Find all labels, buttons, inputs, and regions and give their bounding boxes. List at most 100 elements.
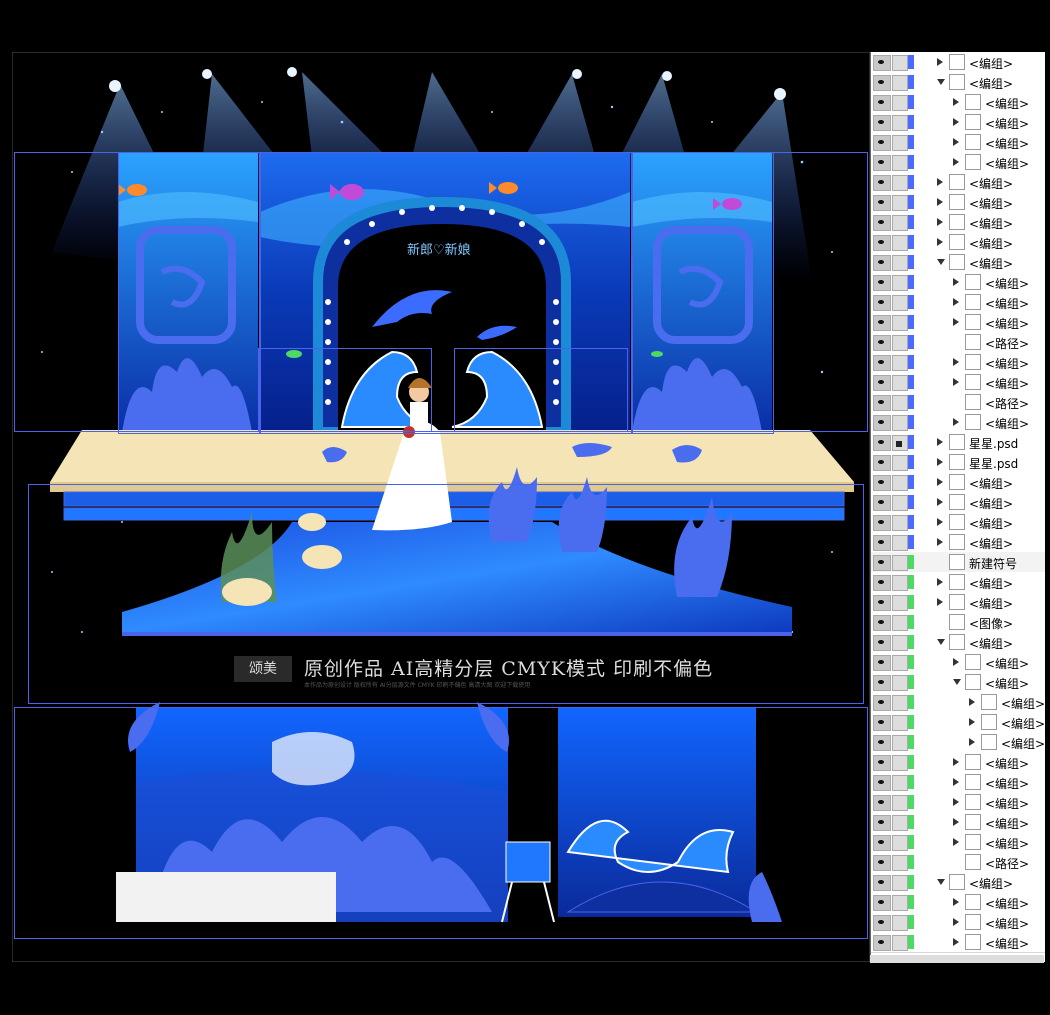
visibility-eye-icon[interactable] xyxy=(873,635,891,651)
lock-toggle[interactable] xyxy=(892,515,908,531)
visibility-eye-icon[interactable] xyxy=(873,275,891,291)
visibility-eye-icon[interactable] xyxy=(873,435,891,451)
lock-toggle[interactable] xyxy=(892,735,908,751)
lock-toggle[interactable] xyxy=(892,355,908,371)
visibility-eye-icon[interactable] xyxy=(873,335,891,351)
visibility-eye-icon[interactable] xyxy=(873,315,891,331)
visibility-eye-icon[interactable] xyxy=(873,675,891,691)
layer-name[interactable]: <编组> xyxy=(985,275,1029,292)
lock-toggle[interactable] xyxy=(892,395,908,411)
layer-name[interactable]: <编组> xyxy=(969,575,1013,592)
lock-icon[interactable] xyxy=(892,435,908,451)
layer-row[interactable]: 星星.psd xyxy=(871,432,1045,453)
visibility-eye-icon[interactable] xyxy=(873,835,891,851)
visibility-eye-icon[interactable] xyxy=(873,355,891,371)
layer-name[interactable]: <编组> xyxy=(985,355,1029,372)
layer-row[interactable]: <编组> xyxy=(871,772,1045,793)
visibility-eye-icon[interactable] xyxy=(873,195,891,211)
visibility-eye-icon[interactable] xyxy=(873,95,891,111)
lock-toggle[interactable] xyxy=(892,575,908,591)
lock-toggle[interactable] xyxy=(892,935,908,951)
layer-row[interactable]: <编组> xyxy=(871,632,1045,653)
layer-row[interactable]: <编组> xyxy=(871,692,1045,713)
expand-arrow-icon[interactable] xyxy=(953,138,959,146)
layer-name[interactable]: 星星.psd xyxy=(969,435,1018,452)
lock-toggle[interactable] xyxy=(892,255,908,271)
layers-panel[interactable]: <编组> <编组> <编组> <编组> <编组> <编组> <编组> <编组> <编组> <编组>… xyxy=(870,52,1045,962)
visibility-eye-icon[interactable] xyxy=(873,495,891,511)
layer-row[interactable]: <编组> xyxy=(871,812,1045,833)
visibility-eye-icon[interactable] xyxy=(873,715,891,731)
layer-name[interactable]: <编组> xyxy=(969,595,1013,612)
layer-name[interactable]: <编组> xyxy=(985,115,1029,132)
layer-row[interactable]: <编组> xyxy=(871,252,1045,273)
expand-arrow-icon[interactable] xyxy=(937,58,943,66)
lock-toggle[interactable] xyxy=(892,475,908,491)
visibility-eye-icon[interactable] xyxy=(873,75,891,91)
expand-arrow-icon[interactable] xyxy=(953,98,959,106)
visibility-eye-icon[interactable] xyxy=(873,855,891,871)
lock-toggle[interactable] xyxy=(892,815,908,831)
layer-name[interactable]: <编组> xyxy=(969,535,1013,552)
lock-toggle[interactable] xyxy=(892,895,908,911)
layer-name[interactable]: <编组> xyxy=(969,215,1013,232)
lock-toggle[interactable] xyxy=(892,655,908,671)
expand-arrow-icon[interactable] xyxy=(937,438,943,446)
visibility-eye-icon[interactable] xyxy=(873,755,891,771)
layer-name[interactable]: <编组> xyxy=(985,835,1029,852)
lock-toggle[interactable] xyxy=(892,835,908,851)
lock-toggle[interactable] xyxy=(892,195,908,211)
layer-row[interactable]: <编组> xyxy=(871,672,1045,693)
lock-toggle[interactable] xyxy=(892,875,908,891)
visibility-eye-icon[interactable] xyxy=(873,395,891,411)
layer-name[interactable]: <编组> xyxy=(985,155,1029,172)
expand-arrow-icon[interactable] xyxy=(937,178,943,186)
lock-toggle[interactable] xyxy=(892,775,908,791)
lock-toggle[interactable] xyxy=(892,535,908,551)
layer-row[interactable]: <编组> xyxy=(871,112,1045,133)
visibility-eye-icon[interactable] xyxy=(873,135,891,151)
visibility-eye-icon[interactable] xyxy=(873,475,891,491)
expand-arrow-icon[interactable] xyxy=(953,118,959,126)
lock-toggle[interactable] xyxy=(892,175,908,191)
expand-arrow-icon[interactable] xyxy=(953,658,959,666)
lock-toggle[interactable] xyxy=(892,855,908,871)
layer-name[interactable]: <编组> xyxy=(1001,735,1045,752)
lock-toggle[interactable] xyxy=(892,715,908,731)
expand-arrow-icon[interactable] xyxy=(953,938,959,946)
expand-arrow-icon[interactable] xyxy=(953,918,959,926)
layer-name[interactable]: <路径> xyxy=(985,395,1029,412)
visibility-eye-icon[interactable] xyxy=(873,795,891,811)
layer-row[interactable]: <编组> xyxy=(871,72,1045,93)
lock-toggle[interactable] xyxy=(892,375,908,391)
lock-toggle[interactable] xyxy=(892,635,908,651)
layer-name[interactable]: <编组> xyxy=(985,135,1029,152)
visibility-eye-icon[interactable] xyxy=(873,55,891,71)
layer-row[interactable]: <路径> xyxy=(871,852,1045,873)
layer-name[interactable]: <编组> xyxy=(969,475,1013,492)
layer-row[interactable]: <编组> xyxy=(871,292,1045,313)
layer-name[interactable]: <编组> xyxy=(969,875,1013,892)
collapse-arrow-icon[interactable] xyxy=(937,639,945,645)
lock-toggle[interactable] xyxy=(892,915,908,931)
layer-name[interactable]: <编组> xyxy=(985,315,1029,332)
collapse-arrow-icon[interactable] xyxy=(937,259,945,265)
layer-name[interactable]: <图像> xyxy=(969,615,1013,632)
layer-row[interactable]: <编组> xyxy=(871,872,1045,893)
layer-row[interactable]: <编组> xyxy=(871,832,1045,853)
layer-name[interactable]: <编组> xyxy=(985,895,1029,912)
expand-arrow-icon[interactable] xyxy=(953,318,959,326)
layer-row[interactable]: <编组> xyxy=(871,352,1045,373)
collapse-arrow-icon[interactable] xyxy=(953,679,961,685)
layer-name[interactable]: <路径> xyxy=(985,855,1029,872)
layer-row[interactable]: <编组> xyxy=(871,212,1045,233)
lock-toggle[interactable] xyxy=(892,595,908,611)
lock-toggle[interactable] xyxy=(892,615,908,631)
lock-toggle[interactable] xyxy=(892,55,908,71)
visibility-eye-icon[interactable] xyxy=(873,775,891,791)
visibility-eye-icon[interactable] xyxy=(873,935,891,951)
layer-name[interactable]: <编组> xyxy=(969,55,1013,72)
layer-row[interactable]: <编组> xyxy=(871,892,1045,913)
lock-toggle[interactable] xyxy=(892,235,908,251)
layer-name[interactable]: <编组> xyxy=(969,235,1013,252)
